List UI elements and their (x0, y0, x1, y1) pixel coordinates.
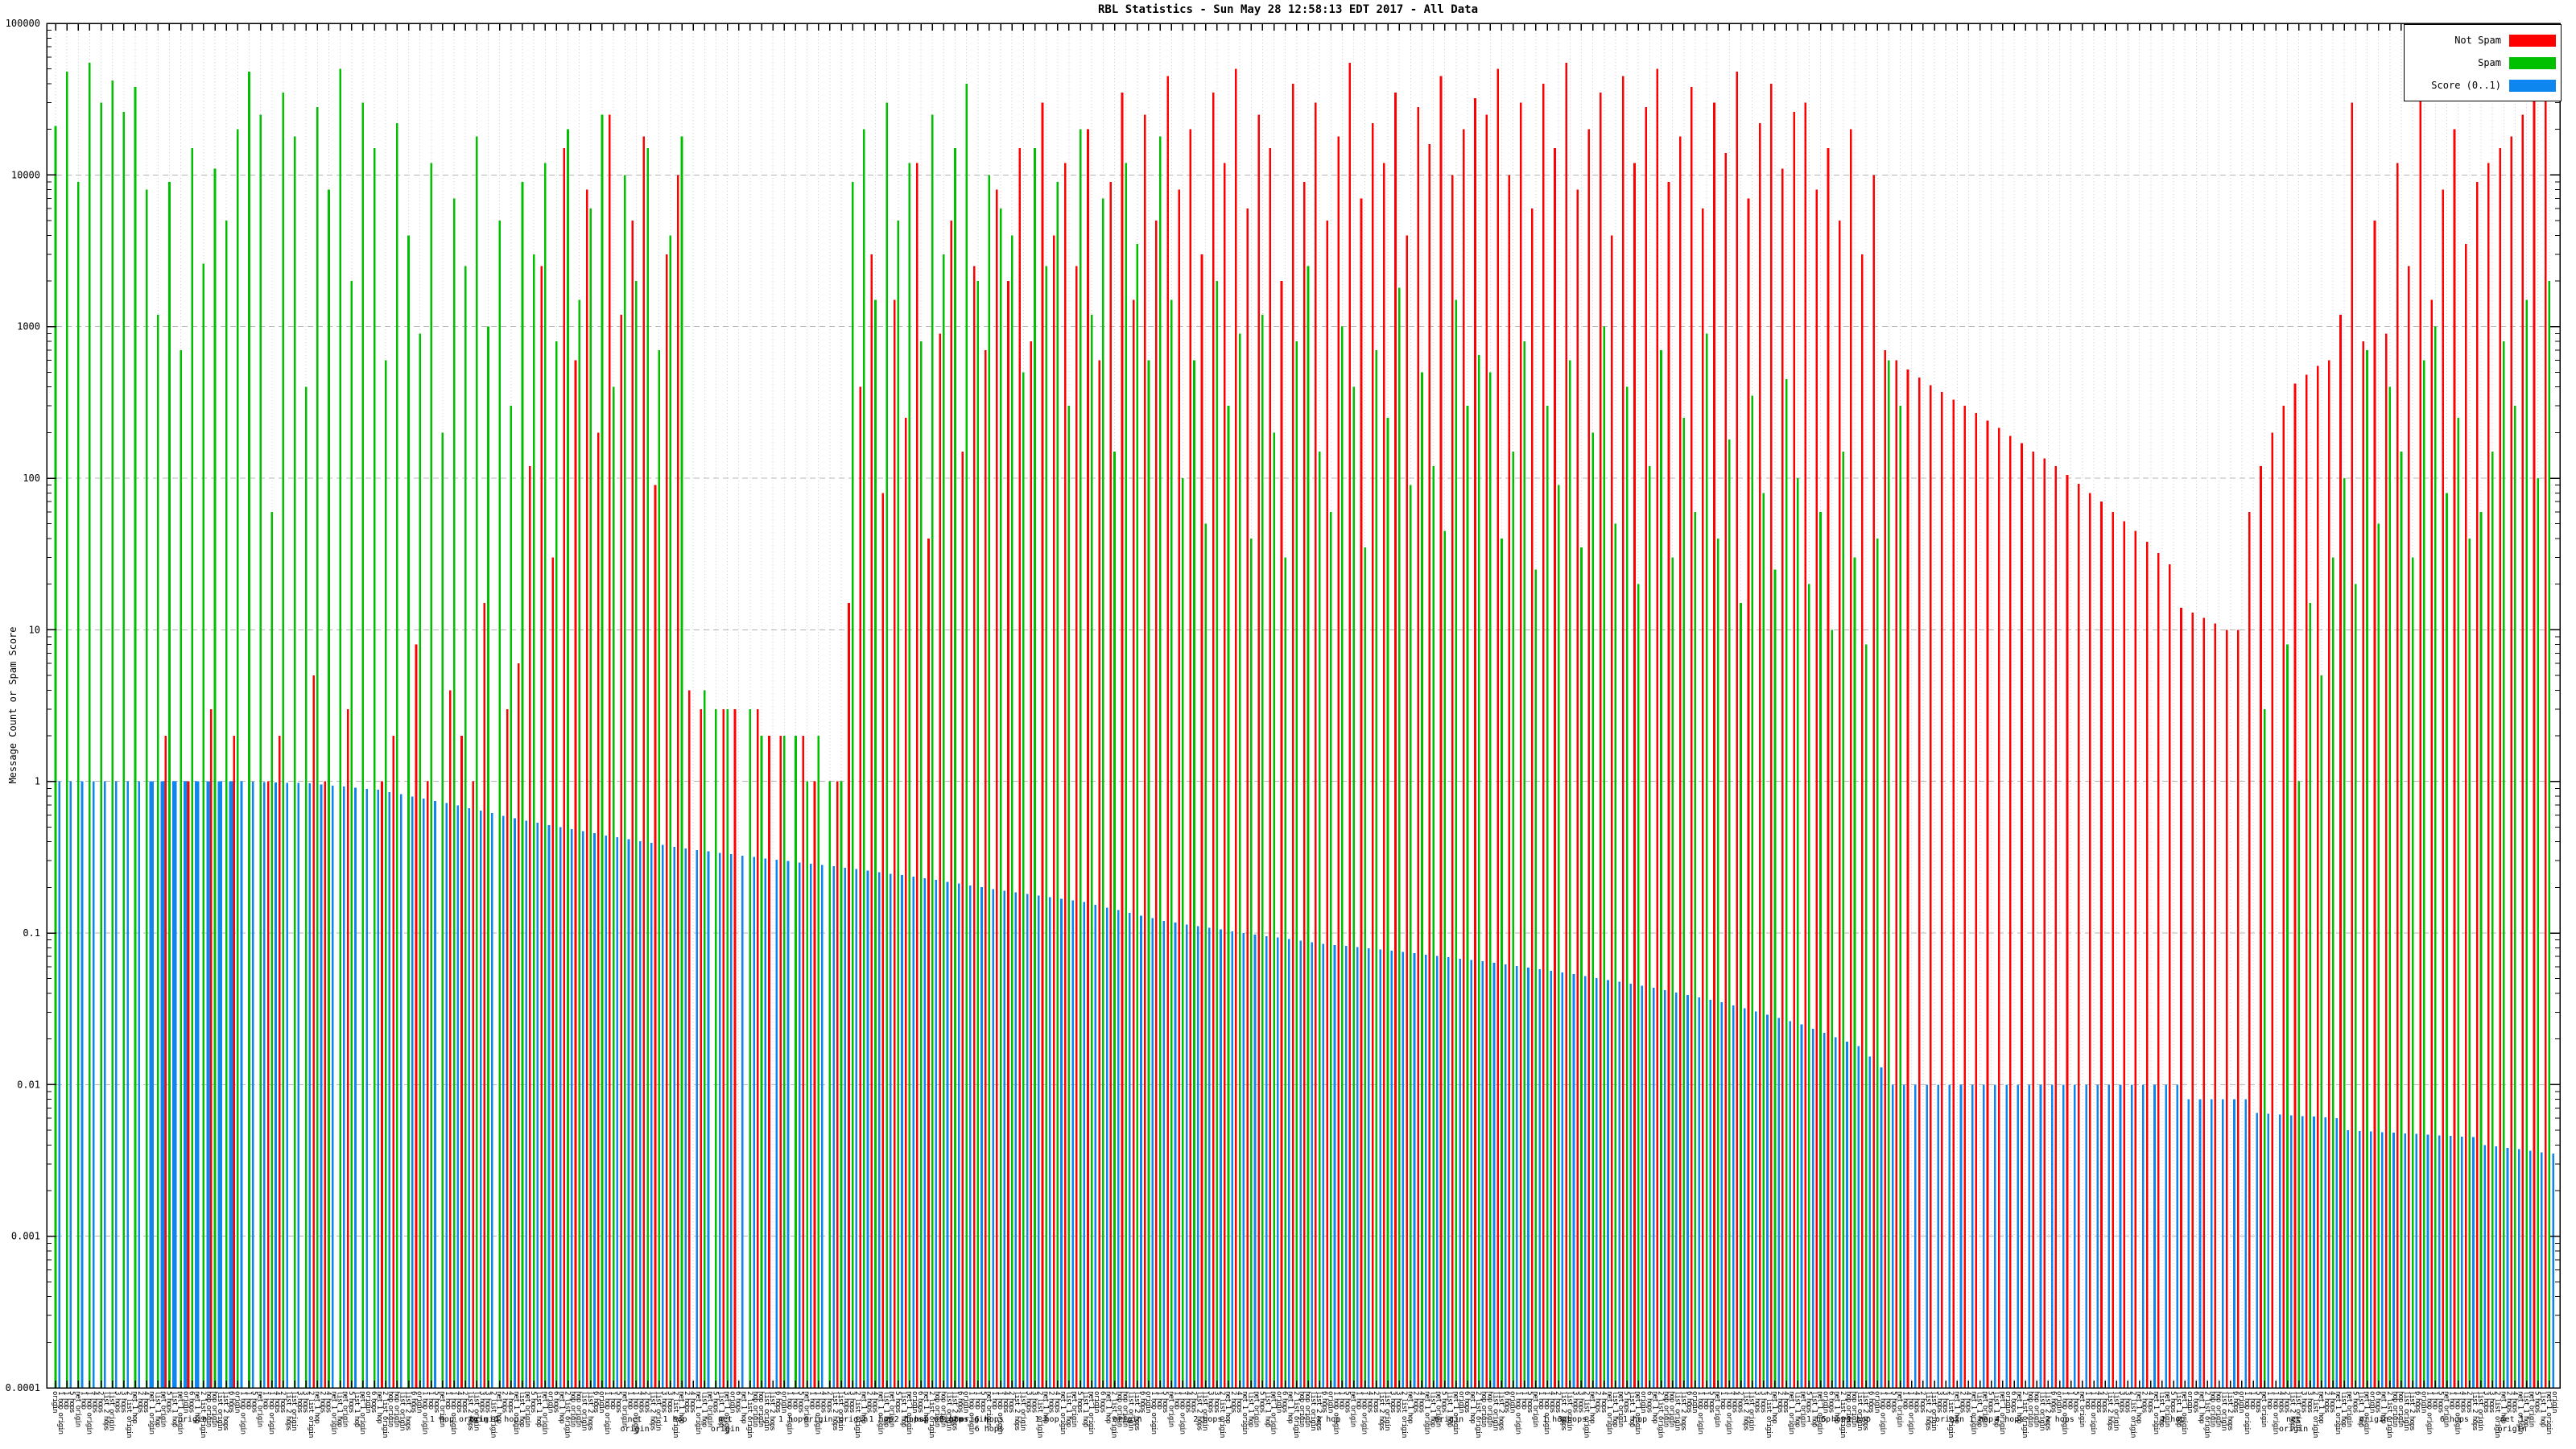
plot-svg: 100000 10000 1000 100 10 1 0.1 0.01 0.001 0.0001 o… (6, 18, 2561, 1438)
svg-text:origin: origin (1113, 1415, 1141, 1424)
svg-text:net 1: net 1 (2500, 1415, 2524, 1424)
legend-entry: Score (0..1) (2409, 74, 2556, 97)
svg-text:0.0001: 0.0001 (6, 1382, 40, 1393)
x-rotated-labels: origin1 hop origin1 hop5 hopsnet origin1… (51, 1391, 2558, 1438)
svg-text:1 hop: 1 hop (1847, 1415, 1871, 1424)
svg-text:10000: 10000 (11, 169, 40, 180)
legend-label: Spam (2478, 57, 2501, 68)
legend-swatch (2509, 34, 2556, 47)
svg-text:1: 1 (35, 776, 40, 787)
svg-text:1000: 1000 (17, 321, 40, 332)
svg-text:origin: origin (620, 1425, 649, 1434)
svg-text:origin: origin (2498, 1425, 2527, 1434)
svg-text:6 hops: 6 hops (2440, 1415, 2469, 1424)
svg-text:net: net (2286, 1415, 2301, 1424)
legend-swatch (2509, 56, 2556, 69)
svg-text:6 hops: 6 hops (975, 1415, 1004, 1424)
svg-text:100000: 100000 (6, 18, 40, 29)
svg-text:0.001: 0.001 (11, 1231, 40, 1242)
svg-text:origin: origin (711, 1425, 740, 1434)
svg-text:1 hop: 1 hop (869, 1415, 893, 1424)
legend-label: Score (0..1) (2431, 80, 2501, 91)
svg-text:2 hops: 2 hops (2046, 1415, 2074, 1424)
svg-text:origin: origin (2359, 1415, 2388, 1424)
svg-text:1 hop: 1 hop (1316, 1415, 1340, 1424)
svg-text:100: 100 (23, 473, 40, 484)
y-tick-labels: 100000 10000 1000 100 10 1 0.1 0.01 0.001 0.0001 (6, 18, 40, 1393)
legend-swatch (2509, 79, 2556, 92)
svg-text:origin: origin (2279, 1425, 2308, 1434)
bars-layer (54, 62, 2554, 1389)
svg-text:0.01: 0.01 (17, 1079, 40, 1090)
svg-text:origin 1 hop: origin 1 hop (1935, 1415, 1993, 1424)
svg-text:1 hop: 1 hop (778, 1415, 803, 1424)
legend-entry: Spam (2409, 52, 2556, 74)
svg-text:1 hop: 1 hop (494, 1415, 518, 1424)
legend: Not Spam Spam Score (0..1) (2404, 24, 2562, 101)
svg-text:origin: origin (839, 1415, 868, 1424)
svg-text:net: net (628, 1415, 642, 1424)
svg-text:1 hop: 1 hop (1623, 1415, 1647, 1424)
svg-text:1 hop: 1 hop (2161, 1415, 2185, 1424)
chart-root: RBL Statistics - Sun May 28 12:58:13 EDT… (0, 0, 2576, 1449)
svg-text:6 hops: 6 hops (975, 1425, 1004, 1434)
svg-text:origin: origin (178, 1415, 207, 1424)
legend-label: Not Spam (2454, 35, 2501, 46)
svg-text:1 hop: 1 hop (1035, 1415, 1059, 1424)
svg-text:1 hop: 1 hop (663, 1415, 687, 1424)
legend-entry: Not Spam (2409, 29, 2556, 52)
svg-text:origin: origin (1435, 1415, 1463, 1424)
svg-text:10: 10 (29, 624, 40, 635)
svg-text:origin: origin (2550, 1391, 2558, 1413)
svg-text:0.1: 0.1 (23, 927, 40, 939)
svg-text:2 hops: 2 hops (1193, 1415, 1222, 1424)
svg-text:net: net (718, 1415, 733, 1424)
svg-text:3 hops: 3 hops (1558, 1415, 1587, 1424)
svg-text:4 hops: 4 hops (1995, 1415, 2024, 1424)
svg-text:origin: origin (803, 1415, 832, 1424)
